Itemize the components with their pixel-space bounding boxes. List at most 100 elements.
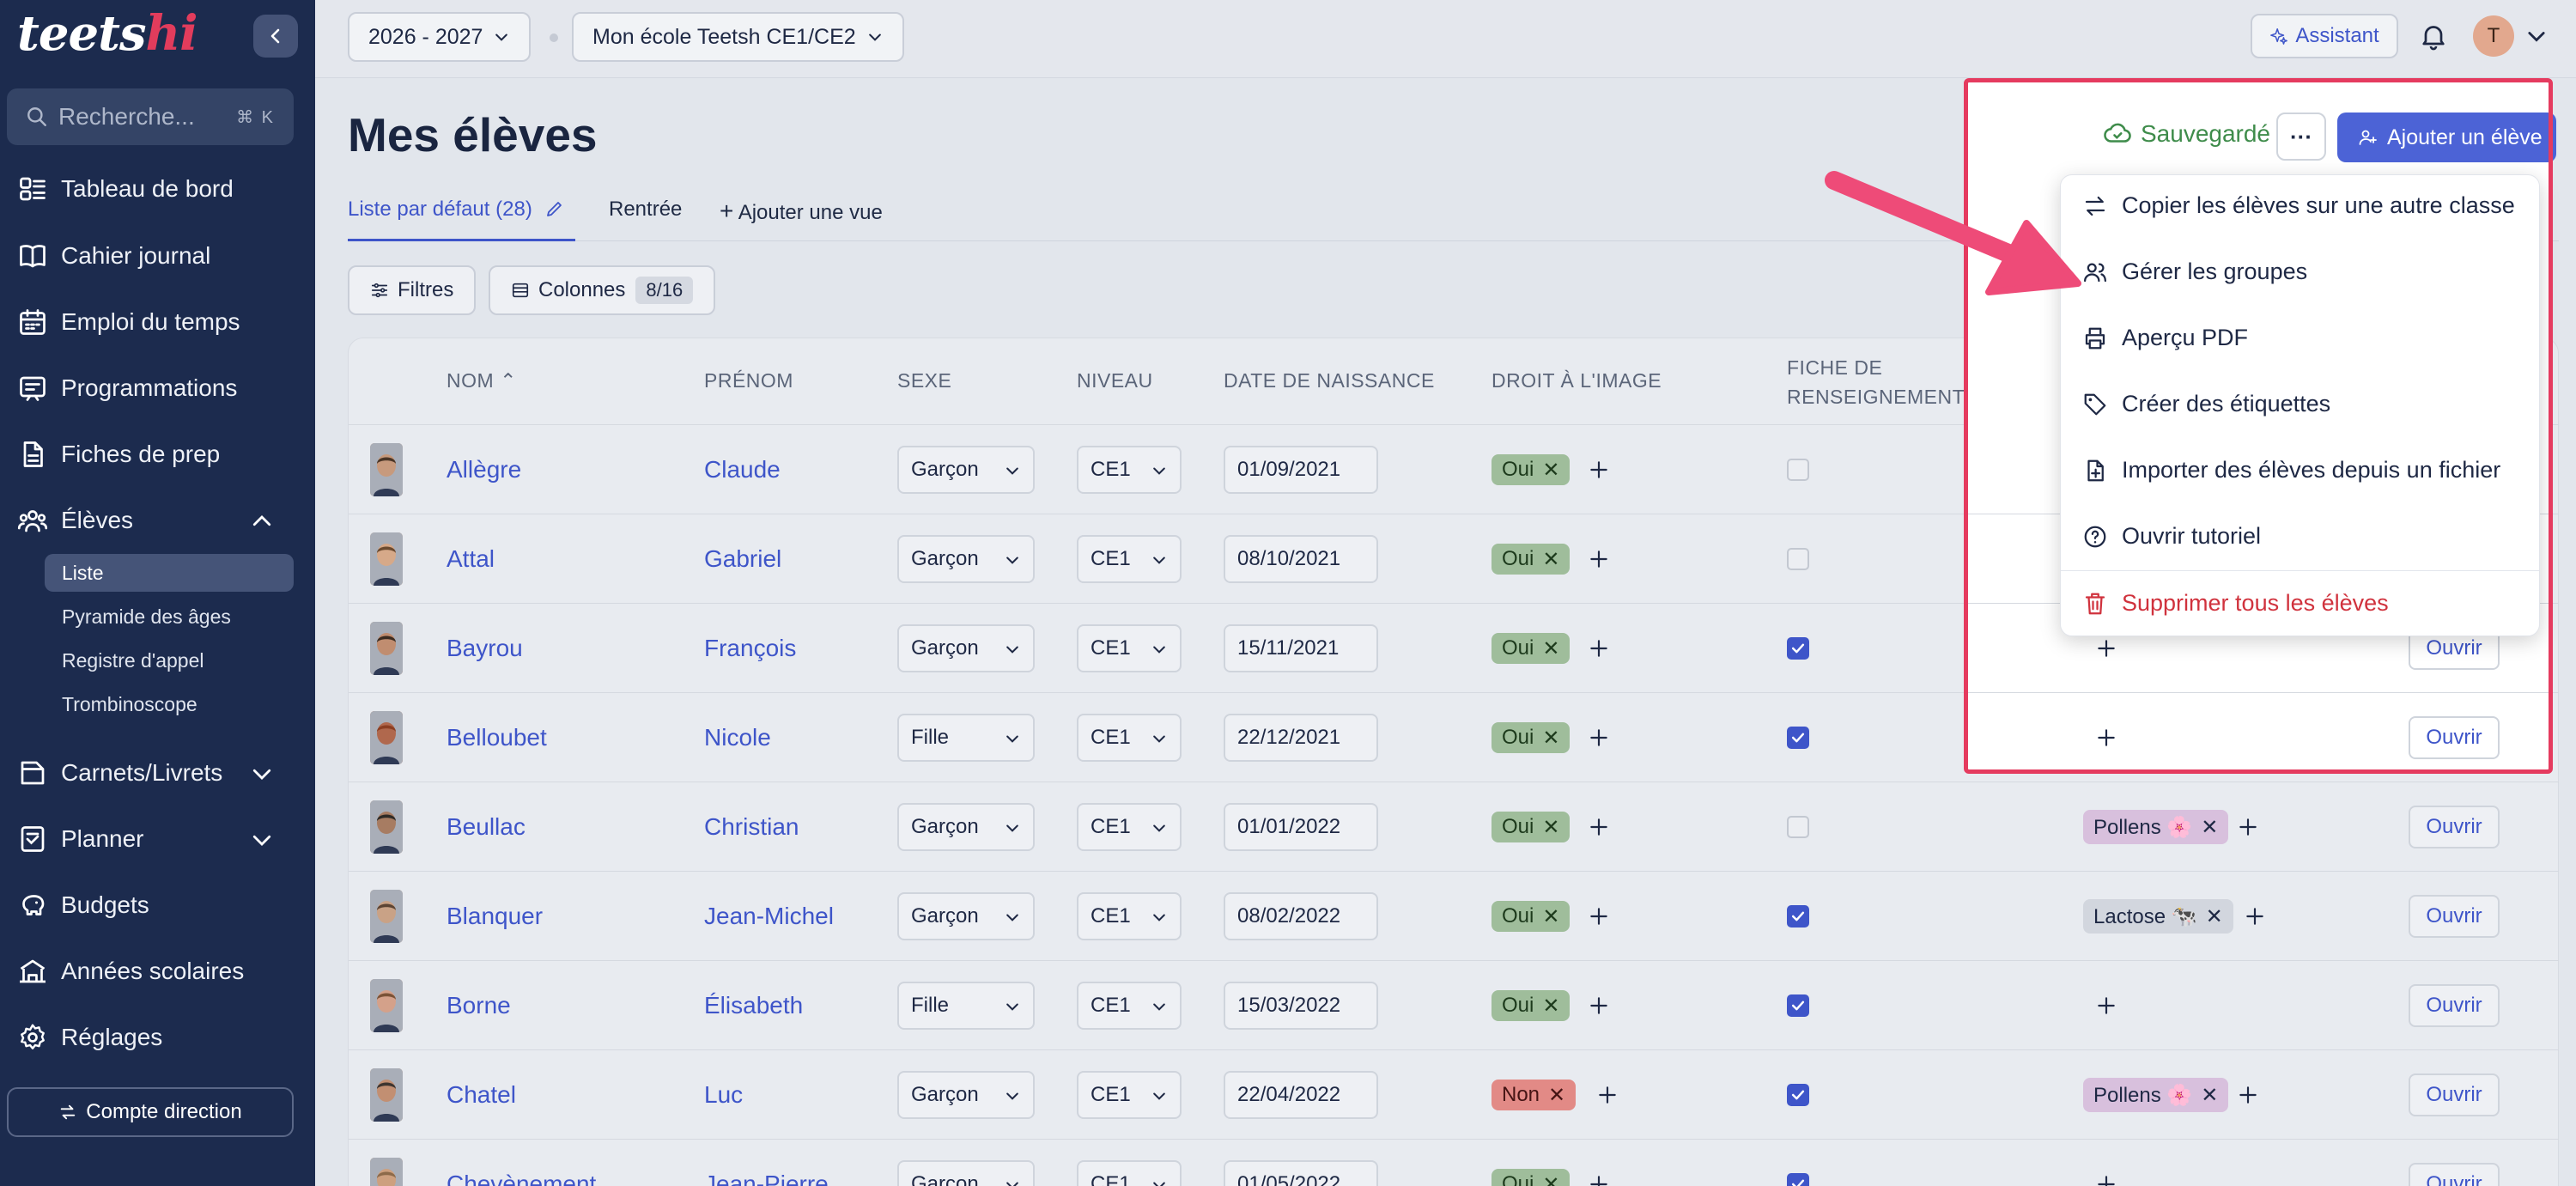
remove-icon[interactable]: ✕ [1548, 1083, 1565, 1108]
plus-icon[interactable] [1588, 1173, 1610, 1186]
student-first-name[interactable]: Christian [704, 813, 799, 841]
birth-date-input[interactable]: 15/11/2021 [1224, 624, 1378, 672]
bell-icon[interactable] [2418, 21, 2449, 52]
columns-button[interactable]: Colonnes 8/16 [489, 265, 716, 315]
open-student-button[interactable]: Ouvrir [2409, 1163, 2500, 1186]
student-first-name[interactable]: Luc [704, 1081, 743, 1109]
student-first-name[interactable]: Jean-Michel [704, 903, 834, 930]
student-last-name[interactable]: Bayrou [447, 635, 523, 662]
sexe-select[interactable]: Garçon [897, 892, 1035, 940]
plus-icon[interactable] [2244, 905, 2266, 928]
birth-date-input[interactable]: 22/12/2021 [1224, 714, 1378, 762]
open-student-button[interactable]: Ouvrir [2409, 1073, 2500, 1116]
student-last-name[interactable]: Blanquer [447, 903, 543, 930]
header-prenom[interactable]: PRÉNOM [704, 369, 793, 392]
plus-icon[interactable] [1588, 727, 1610, 749]
year-select[interactable]: 2026 - 2027 [348, 12, 532, 62]
open-student-button[interactable]: Ouvrir [2409, 984, 2500, 1027]
student-last-name[interactable]: Chevènement [447, 1171, 596, 1186]
sexe-select[interactable]: Fille [897, 714, 1035, 762]
remove-icon[interactable]: ✕ [1542, 994, 1559, 1019]
niveau-select[interactable]: CE1 [1077, 446, 1182, 494]
nav-planner[interactable]: Planner [17, 824, 144, 855]
nav-emploi-du-temps[interactable]: Emploi du temps [17, 307, 240, 338]
chevron-down-icon[interactable] [249, 761, 275, 787]
plus-icon[interactable] [1588, 994, 1610, 1017]
header-fiche-renseignement[interactable]: FICHE DE RENSEIGNEMENT [1787, 353, 1965, 411]
chevron-down-icon[interactable] [2524, 24, 2549, 48]
nav-programmations[interactable]: Programmations [17, 373, 237, 404]
remove-icon[interactable]: ✕ [1542, 547, 1559, 572]
assistant-button[interactable]: Assistant [2251, 14, 2398, 58]
open-student-button[interactable]: Ouvrir [2409, 895, 2500, 938]
plus-icon[interactable] [1588, 548, 1610, 570]
student-first-name[interactable]: Nicole [704, 724, 771, 751]
student-first-name[interactable]: François [704, 635, 796, 662]
birth-date-input[interactable]: 01/05/2022 [1224, 1160, 1378, 1186]
fiche-checkbox[interactable] [1787, 1084, 1809, 1106]
student-last-name[interactable]: Belloubet [447, 724, 547, 751]
remove-icon[interactable]: ✕ [2201, 1083, 2218, 1108]
niveau-select[interactable]: CE1 [1077, 1160, 1182, 1186]
school-select[interactable]: Mon école Teetsh CE1/CE2 [572, 12, 904, 62]
remove-icon[interactable]: ✕ [2201, 815, 2218, 840]
remove-icon[interactable]: ✕ [1542, 636, 1559, 661]
niveau-select[interactable]: CE1 [1077, 1071, 1182, 1119]
niveau-select[interactable]: CE1 [1077, 624, 1182, 672]
student-last-name[interactable]: Attal [447, 545, 495, 573]
sidebar-subitem-liste[interactable]: Liste [45, 554, 294, 592]
header-niveau[interactable]: NIVEAU [1077, 369, 1153, 392]
plus-icon[interactable] [2237, 816, 2259, 838]
chevron-up-icon[interactable] [249, 508, 275, 534]
birth-date-input[interactable]: 08/10/2021 [1224, 535, 1378, 583]
fiche-checkbox[interactable] [1787, 994, 1809, 1017]
fiche-checkbox[interactable] [1787, 548, 1809, 570]
sexe-select[interactable]: Garçon [897, 624, 1035, 672]
student-last-name[interactable]: Allègre [447, 456, 521, 484]
header-date-naissance[interactable]: DATE DE NAISSANCE [1224, 369, 1435, 392]
niveau-select[interactable]: CE1 [1077, 803, 1182, 851]
nav-eleves[interactable]: Élèves [17, 505, 133, 536]
student-first-name[interactable]: Gabriel [704, 545, 781, 573]
filters-button[interactable]: Filtres [348, 265, 477, 315]
sidebar-subitem-trombinoscope[interactable]: Trombinoscope [45, 685, 294, 723]
user-avatar[interactable]: T [2473, 15, 2514, 57]
open-student-button[interactable]: Ouvrir [2409, 806, 2500, 848]
teetsh-logo[interactable]: teetshi [17, 5, 198, 62]
nav-tableau-de-bord[interactable]: Tableau de bord [17, 173, 234, 204]
birth-date-input[interactable]: 01/09/2021 [1224, 446, 1378, 494]
plus-icon[interactable] [1588, 905, 1610, 928]
sexe-select[interactable]: Garçon [897, 535, 1035, 583]
plus-icon[interactable] [2095, 994, 2117, 1017]
plus-icon[interactable] [1588, 816, 1610, 838]
niveau-select[interactable]: CE1 [1077, 535, 1182, 583]
collapse-sidebar-button[interactable] [253, 15, 298, 58]
pencil-icon[interactable] [544, 198, 565, 219]
nav-reglages[interactable]: Réglages [17, 1022, 162, 1053]
nav-cahier-journal[interactable]: Cahier journal [17, 240, 210, 271]
plus-icon[interactable] [1588, 459, 1610, 481]
header-droit-image[interactable]: DROIT À L'IMAGE [1492, 369, 1662, 392]
fiche-checkbox[interactable] [1787, 727, 1809, 749]
niveau-select[interactable]: CE1 [1077, 892, 1182, 940]
nav-budgets[interactable]: Budgets [17, 890, 149, 921]
nav-carnets-livrets[interactable]: Carnets/Livrets [17, 757, 222, 788]
plus-icon[interactable] [2237, 1084, 2259, 1106]
sidebar-subitem-registre[interactable]: Registre d'appel [45, 642, 294, 679]
niveau-select[interactable]: CE1 [1077, 982, 1182, 1030]
fiche-checkbox[interactable] [1787, 637, 1809, 660]
header-sexe[interactable]: SEXE [897, 369, 951, 392]
student-first-name[interactable]: Élisabeth [704, 992, 803, 1019]
student-last-name[interactable]: Borne [447, 992, 511, 1019]
tab-rentree[interactable]: Rentrée [609, 198, 682, 222]
chevron-down-icon[interactable] [249, 827, 275, 853]
sexe-select[interactable]: Garçon [897, 446, 1035, 494]
remove-icon[interactable]: ✕ [1542, 458, 1559, 483]
sexe-select[interactable]: Garçon [897, 1071, 1035, 1119]
header-nom[interactable]: NOM ⌃ [447, 369, 517, 392]
niveau-select[interactable]: CE1 [1077, 714, 1182, 762]
birth-date-input[interactable]: 08/02/2022 [1224, 892, 1378, 940]
add-view-button[interactable]: + Ajouter une vue [720, 198, 883, 225]
sexe-select[interactable]: Garçon [897, 1160, 1035, 1186]
nav-annees-scolaires[interactable]: Années scolaires [17, 956, 244, 987]
